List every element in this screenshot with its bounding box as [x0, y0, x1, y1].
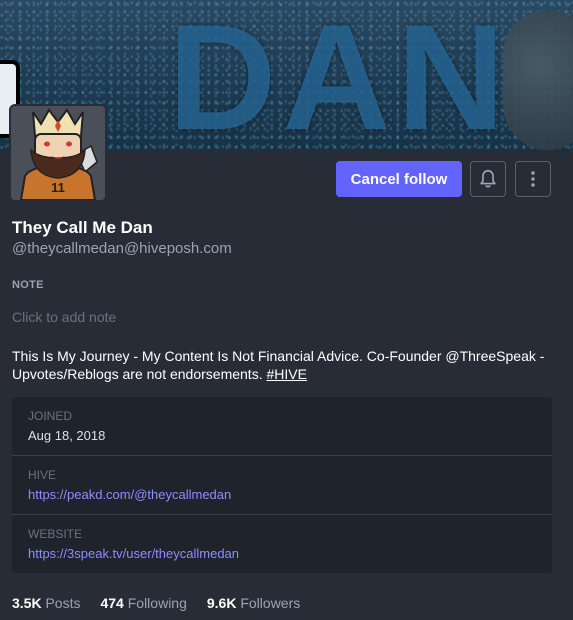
field-value: Aug 18, 2018	[28, 428, 106, 443]
stat-label: Followers	[240, 595, 301, 611]
hashtag-link[interactable]: #HIVE	[266, 366, 306, 382]
note-label: NOTE	[12, 279, 44, 291]
field-website: WEBSITE https://3speak.tv/user/theycallm…	[12, 514, 552, 573]
account-stats: 3.5K Posts 474 Following 9.6K Followers	[12, 595, 320, 611]
avatar-jersey-number: 11	[51, 180, 65, 195]
banner-graphic-right	[503, 10, 573, 150]
stat-followers[interactable]: 9.6K Followers	[207, 595, 300, 611]
more-options-button[interactable]	[515, 161, 551, 197]
note-input[interactable]: Click to add note	[12, 309, 116, 325]
avatar[interactable]: 11	[11, 106, 105, 200]
stat-label: Following	[127, 595, 187, 611]
field-label: HIVE	[28, 468, 57, 482]
avatar-illustration: 11	[11, 106, 105, 200]
website-link[interactable]: https://3speak.tv/user/theycallmedan	[28, 546, 239, 561]
field-label: JOINED	[28, 409, 73, 423]
stat-count: 474	[100, 595, 124, 611]
profile-fields: JOINED Aug 18, 2018 HIVE https://peakd.c…	[12, 397, 552, 573]
field-hive: HIVE https://peakd.com/@theycallmedan	[12, 455, 552, 513]
field-label: WEBSITE	[28, 527, 83, 541]
banner-text: DAN	[168, 0, 511, 150]
hive-link[interactable]: https://peakd.com/@theycallmedan	[28, 487, 231, 502]
stat-posts[interactable]: 3.5K Posts	[12, 595, 80, 611]
notify-button[interactable]	[470, 161, 506, 197]
kebab-menu-icon	[531, 171, 535, 187]
stat-label: Posts	[45, 595, 81, 611]
stat-count: 9.6K	[206, 595, 237, 611]
cancel-follow-button[interactable]: Cancel follow	[336, 161, 462, 197]
account-handle: @theycallmedan@hiveposh.com	[12, 240, 232, 257]
bell-icon	[480, 169, 496, 188]
stat-following[interactable]: 474 Following	[100, 595, 186, 611]
bio: This Is My Journey - My Content Is Not F…	[12, 347, 557, 383]
field-joined: JOINED Aug 18, 2018	[12, 397, 552, 455]
display-name: They Call Me Dan	[12, 218, 153, 237]
stat-count: 3.5K	[12, 595, 42, 611]
